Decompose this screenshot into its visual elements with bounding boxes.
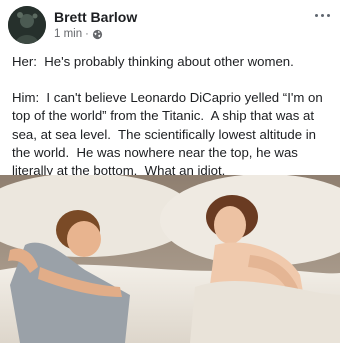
- couple-in-bed-photo[interactable]: [0, 175, 340, 343]
- post-paragraph-her: Her: He's probably thinking about other …: [12, 54, 294, 69]
- more-options-icon[interactable]: [312, 10, 332, 20]
- post-meta: 1 min ·: [54, 28, 103, 40]
- author-avatar[interactable]: [8, 6, 46, 44]
- author-name[interactable]: Brett Barlow: [54, 9, 137, 25]
- post-header: Brett Barlow 1 min ·: [0, 0, 340, 52]
- meta-separator: ·: [85, 28, 89, 40]
- avatar-image: [8, 6, 46, 44]
- post-body: Her: He's probably thinking about other …: [12, 53, 332, 180]
- post-timestamp[interactable]: 1 min: [54, 28, 82, 40]
- globe-icon[interactable]: [92, 29, 103, 40]
- facebook-post: Brett Barlow 1 min · Her: He's probably …: [0, 0, 340, 343]
- post-paragraph-him: Him: I can't believe Leonardo DiCaprio y…: [12, 90, 327, 179]
